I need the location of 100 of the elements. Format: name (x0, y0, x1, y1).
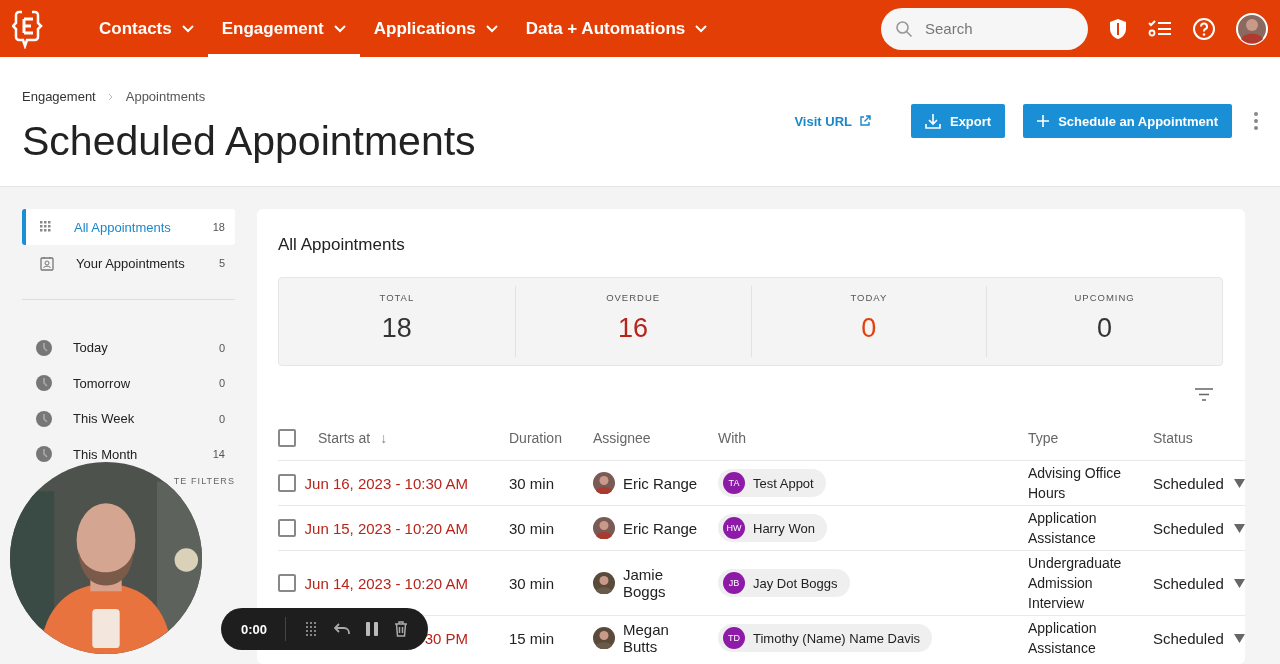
table-cell-text: Application Assistance (1028, 509, 1098, 548)
table-cell: Jun 15, 2023 - 10:20 AM (304, 519, 468, 537)
section-label: TE FILTERS (172, 476, 235, 486)
checkbox[interactable] (278, 573, 296, 592)
sidebar-item[interactable]: Your Appointments 5 (22, 245, 235, 281)
schedule-appointment-button[interactable]: Schedule an Appointment (1023, 104, 1232, 138)
clock-icon (36, 375, 52, 392)
stat-value: 0 (861, 313, 877, 344)
status-dropdown[interactable]: Scheduled (1153, 519, 1245, 537)
table-cell: 15 min (509, 629, 555, 647)
page-title: Scheduled Appointments (22, 118, 476, 165)
caret-icon (1233, 633, 1245, 643)
breadcrumb-link[interactable]: Engagement (22, 89, 96, 104)
clock-icon (36, 446, 52, 463)
card-title: All Appointments (278, 235, 406, 255)
chevron-down-icon (695, 24, 708, 33)
external-link-icon (858, 115, 871, 127)
stat-label: TODAY (850, 292, 888, 303)
assignee-name: Eric Range (623, 519, 698, 537)
chevron-right-icon (107, 92, 114, 101)
avatar-icon (593, 472, 615, 494)
initials-avatar: TA (723, 472, 745, 494)
trash-icon[interactable] (394, 621, 409, 637)
checkbox[interactable] (278, 518, 296, 537)
sidebar-item[interactable]: Tomorrow 0 (22, 365, 235, 401)
table-cell: 30 min (509, 519, 555, 537)
sidebar-item[interactable]: All Appointments 18 (22, 209, 235, 245)
breadcrumb-current: Appointments (125, 89, 206, 104)
contact-chip[interactable]: HW Harry Won (718, 514, 827, 542)
column-header[interactable]: Starts at (318, 430, 371, 446)
stat-label: UPCOMING (1074, 292, 1135, 303)
shield-icon[interactable] (1108, 17, 1128, 40)
caret-icon (1233, 478, 1245, 488)
grid-icon (40, 221, 52, 233)
sidebar-item[interactable]: Today 0 (22, 330, 235, 366)
caret-icon (1233, 578, 1245, 588)
caret-icon (1233, 523, 1245, 533)
status-dropdown[interactable]: Scheduled (1153, 474, 1245, 492)
table-cell: 30 min (509, 574, 555, 592)
help-icon[interactable] (1192, 16, 1216, 41)
stat-value: 18 (381, 313, 412, 344)
table-cell-text: Undergraduate Admission Interview (1028, 554, 1123, 613)
contact-name: Timothy (Name) Name Davis (753, 630, 921, 646)
undo-icon[interactable] (334, 623, 351, 635)
column-header[interactable]: Status (1153, 430, 1193, 446)
plus-icon (1037, 115, 1050, 127)
checklist-icon[interactable] (1148, 18, 1172, 39)
table-cell: Jun 14, 2023 - 10:20 AM (304, 574, 468, 592)
sidebar-item[interactable]: This Month 14 (22, 436, 235, 472)
sidebar-item[interactable]: This Week 0 (22, 401, 235, 437)
drag-handle-icon[interactable] (304, 622, 319, 636)
contact-chip[interactable]: TA Test Appot (718, 469, 826, 497)
logo-icon[interactable] (12, 8, 45, 49)
nav-tab[interactable]: Data + Automations (511, 0, 722, 57)
recording-time: 0:00 (241, 621, 268, 637)
search-icon (895, 19, 913, 38)
contact-chip[interactable]: TD Timothy (Name) Name Davis (718, 624, 933, 652)
contact-name: Test Appot (753, 475, 814, 491)
contact-chip[interactable]: JB Jay Dot Boggs (718, 569, 850, 597)
column-header[interactable]: Type (1028, 430, 1059, 446)
column-header[interactable]: Duration (509, 430, 562, 446)
pause-icon[interactable] (366, 622, 379, 636)
table-cell: 30 min (509, 474, 555, 492)
initials-avatar: TD (723, 627, 745, 649)
stat-value: 0 (1097, 313, 1113, 344)
checkbox[interactable] (278, 473, 296, 492)
assignee-name: Jamie Boggs (623, 566, 667, 600)
stat-label: TOTAL (379, 292, 415, 303)
contact-card-icon (40, 255, 54, 271)
sort-arrow[interactable]: ↓ (380, 430, 388, 446)
column-header[interactable]: With (718, 430, 746, 446)
select-all-checkbox[interactable] (278, 429, 296, 447)
contact-name: Jay Dot Boggs (753, 575, 838, 591)
stat-value: 16 (618, 313, 649, 344)
avatar-icon (593, 517, 615, 539)
clock-icon (36, 339, 52, 356)
search-field[interactable]: Search (881, 7, 1088, 50)
filter-icon[interactable] (1195, 388, 1213, 401)
user-avatar[interactable] (1236, 12, 1268, 45)
table-cell: 30 PM (424, 629, 468, 647)
column-header[interactable]: Assignee (593, 430, 651, 446)
assignee-name: Eric Range (623, 474, 698, 492)
export-button[interactable]: Export (910, 104, 1006, 138)
visit-url-link[interactable]: Visit URL (794, 113, 871, 129)
nav-tab[interactable]: Applications (359, 0, 512, 57)
nav-tab[interactable]: Contacts (85, 0, 208, 57)
assignee-name: Megan Butts (623, 621, 670, 655)
avatar-icon (593, 627, 615, 649)
more-menu-icon[interactable] (1254, 112, 1258, 130)
table-cell-text: Advising Office Hours (1028, 464, 1123, 503)
status-dropdown[interactable]: Scheduled (1153, 629, 1245, 647)
status-dropdown[interactable]: Scheduled (1153, 574, 1245, 592)
chevron-down-icon (485, 24, 498, 33)
chevron-down-icon (181, 24, 194, 33)
clock-icon (36, 410, 52, 427)
initials-avatar: HW (723, 517, 745, 539)
table-cell: Jun 16, 2023 - 10:30 AM (304, 474, 468, 492)
table-cell-text: Application Assistance (1028, 619, 1098, 658)
contact-name: Harry Won (753, 520, 815, 536)
stat-label: OVERDUE (606, 292, 661, 303)
